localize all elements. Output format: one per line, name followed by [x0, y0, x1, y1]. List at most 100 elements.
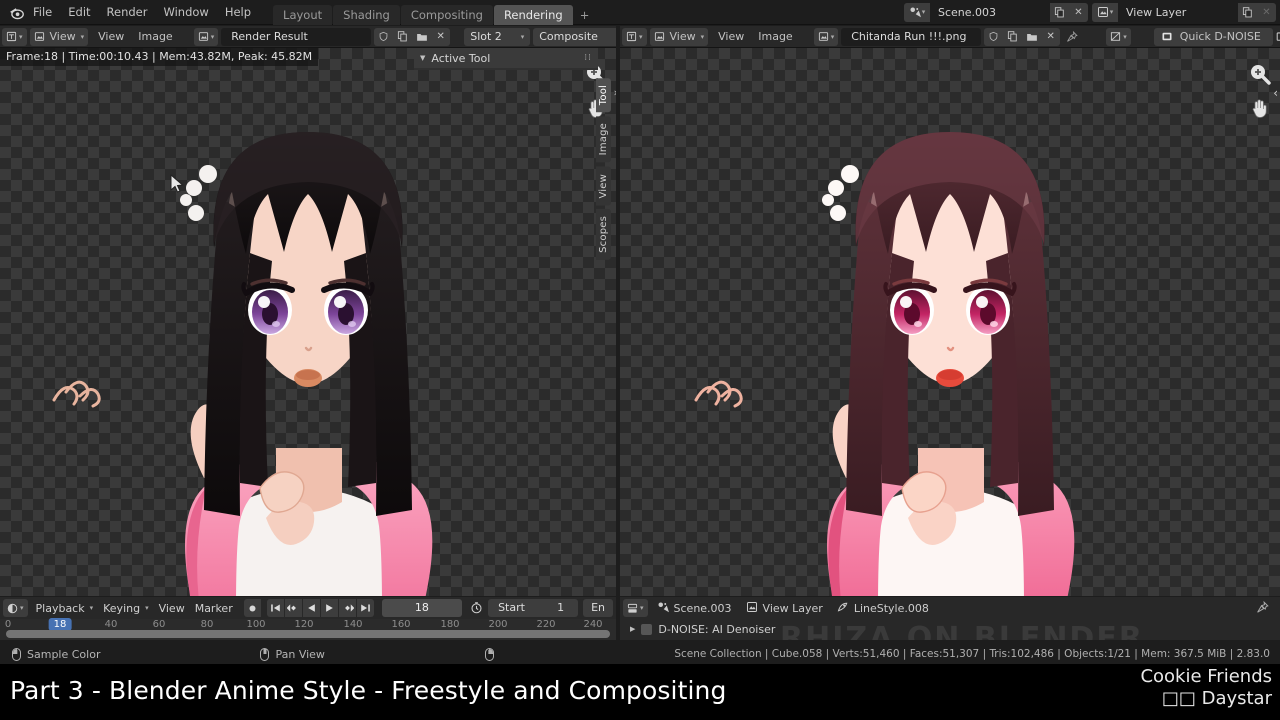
menu-help[interactable]: Help [217, 2, 259, 22]
folder-icon[interactable] [1022, 28, 1041, 46]
ruler-tick: 60 [152, 619, 166, 630]
current-frame-field[interactable]: 18 [381, 599, 463, 617]
render-slot-select[interactable]: Slot 2 ▾ [464, 27, 531, 46]
breadcrumb-view-layer[interactable]: View Layer [742, 601, 831, 616]
image-name-field[interactable]: Chitanda Run !!!.png [841, 27, 982, 46]
status-sample-color: Sample Color [12, 647, 100, 661]
timeline-menu-view[interactable]: View [154, 599, 190, 617]
new-scene-button[interactable] [1050, 2, 1069, 22]
mouse-middle-icon [260, 647, 270, 661]
left-sidebar-expand-arrow[interactable]: › [614, 86, 616, 99]
workspace-tab-layout[interactable]: Layout [273, 4, 333, 25]
breadcrumb-scene-label: Scene.003 [673, 601, 732, 615]
outliner-row-label: D-NOISE: AI Denoiser [658, 622, 776, 636]
menu-file[interactable]: File [25, 2, 60, 22]
mouse-right-icon [484, 647, 494, 661]
stopwatch-icon[interactable] [470, 599, 483, 618]
chevron-left-icon[interactable]: ‹ [1273, 86, 1278, 100]
pin-icon[interactable] [1256, 599, 1277, 618]
play-icon[interactable] [320, 599, 338, 617]
add-workspace-button[interactable]: + [574, 5, 596, 25]
sidebar-tab-image[interactable]: Image [595, 116, 611, 163]
top-menu-bar: File Edit Render Window Help Layout Shad… [0, 0, 1280, 25]
ruler-tick: 120 [294, 619, 314, 630]
view-mode-label: View [49, 30, 76, 43]
timeline-editor-type-button[interactable]: ▾ [3, 599, 28, 617]
workspace-tab-compositing[interactable]: Compositing [400, 4, 493, 25]
outliner-row-dnoise[interactable]: ▶ D-NOISE: AI Denoiser [620, 619, 1280, 639]
remove-view-layer-button[interactable]: ✕ [1257, 2, 1276, 22]
blender-window: File Edit Render Window Help Layout Shad… [0, 0, 1280, 720]
breadcrumb-scene[interactable]: Scene.003 [653, 601, 740, 616]
view-layer-datablock[interactable]: ▾ View Layer ✕ [1092, 2, 1276, 22]
left-menu-image[interactable]: Image [131, 30, 179, 43]
menu-window[interactable]: Window [155, 2, 216, 22]
breadcrumb-linestyle[interactable]: LineStyle.008 [833, 601, 937, 616]
folder-icon[interactable] [412, 28, 431, 46]
timeline-scrollbar[interactable] [6, 630, 610, 638]
menu-render[interactable]: Render [99, 2, 156, 22]
new-view-layer-button[interactable] [1238, 2, 1257, 22]
image-display-icon[interactable]: ▾ [1106, 27, 1131, 46]
timeline-menu-marker[interactable]: Marker [190, 599, 238, 617]
workspace-tab-shading[interactable]: Shading [333, 4, 400, 25]
render-pass-select[interactable]: Composite▾ [533, 27, 616, 46]
active-tool-panel-header[interactable]: ▼ Active Tool ⁞⁞ [414, 48, 598, 68]
jump-end-icon[interactable] [356, 599, 374, 617]
display-icon[interactable] [1276, 28, 1280, 46]
sidebar-tab-scopes[interactable]: Scopes [595, 209, 611, 260]
copy-icon[interactable] [1003, 28, 1022, 46]
editor-type-button[interactable]: ▾ [2, 27, 27, 46]
chevron-right-icon[interactable]: ▶ [630, 625, 635, 633]
blender-logo-icon[interactable] [7, 3, 25, 21]
left-menu-view[interactable]: View [91, 30, 131, 43]
x-icon[interactable]: ✕ [1041, 28, 1060, 46]
sidebar-tab-tool[interactable]: Tool [595, 78, 611, 113]
next-keyframe-icon[interactable] [338, 599, 356, 617]
hand-icon[interactable] [1248, 96, 1272, 124]
image-datablock-icon[interactable]: ▾ [813, 27, 839, 46]
image-datablock-icon[interactable]: ▾ [193, 27, 219, 46]
image-mode-button[interactable]: View ▾ [649, 27, 709, 46]
view-layer-icon [746, 601, 758, 616]
timeline-menu-keying[interactable]: Keying ▾ [98, 599, 153, 617]
editor-type-button[interactable]: ▾ [622, 27, 647, 46]
panel-grip-icon: ⁞⁞ [584, 53, 592, 63]
shield-icon[interactable] [984, 28, 1003, 46]
left-viewport[interactable]: Frame:18 | Time:00:10.43 | Mem:43.82M, P… [0, 48, 616, 596]
view-layer-name-field[interactable]: View Layer [1118, 2, 1238, 22]
image-mode-button[interactable]: View ▾ [29, 27, 89, 46]
zoom-icon[interactable] [1248, 62, 1272, 90]
ruler-tick: 160 [391, 619, 411, 630]
prev-keyframe-icon[interactable] [284, 599, 302, 617]
pass-label: Composite [539, 29, 598, 43]
outliner-display-mode-button[interactable]: ▾ [623, 599, 648, 617]
play-reverse-icon[interactable] [302, 599, 320, 617]
scene-name-field[interactable]: Scene.003 [930, 2, 1050, 22]
jump-start-icon[interactable] [266, 599, 284, 617]
shield-icon[interactable] [374, 28, 393, 46]
outliner-header: ▾ Scene.003 View Layer LineStyle.008 [620, 597, 1280, 619]
render-info-text: Frame:18 | Time:00:10.43 | Mem:43.82M, P… [0, 48, 319, 66]
copy-icon[interactable] [393, 28, 412, 46]
right-viewport[interactable]: ‹ [620, 48, 1280, 596]
unlink-scene-button[interactable]: ✕ [1069, 2, 1088, 22]
scene-datablock[interactable]: ▾ Scene.003 ✕ [904, 2, 1088, 22]
end-frame-field[interactable]: En [583, 599, 613, 617]
timeline-menu-playback[interactable]: Playback ▾ [31, 599, 99, 617]
modifier-icon [641, 623, 653, 635]
sidebar-tab-view[interactable]: View [595, 166, 611, 206]
right-menu-image[interactable]: Image [751, 30, 799, 43]
credit-line-1: Cookie Friends [1140, 666, 1272, 687]
menu-edit[interactable]: Edit [60, 2, 98, 22]
workspace-tab-rendering[interactable]: Rendering [493, 4, 573, 25]
quick-dnoise-button[interactable]: Quick D-NOISE [1153, 27, 1273, 46]
linestyle-icon [837, 601, 849, 616]
scene-icon [657, 601, 669, 616]
pin-icon[interactable] [1066, 28, 1078, 46]
image-name-field[interactable]: Render Result [221, 27, 372, 46]
record-icon[interactable] [243, 599, 261, 617]
start-frame-field[interactable]: Start 1 [488, 599, 579, 617]
right-menu-view[interactable]: View [711, 30, 751, 43]
x-icon[interactable]: ✕ [431, 28, 450, 46]
